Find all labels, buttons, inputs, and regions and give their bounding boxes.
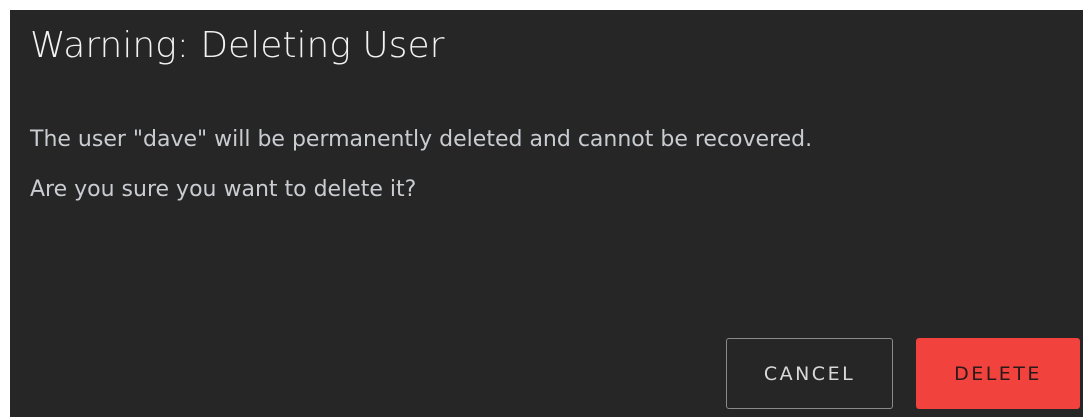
dialog-message-line-1: The user "dave" will be permanently dele…	[30, 127, 813, 152]
dialog-message-line-2: Are you sure you want to delete it?	[30, 177, 417, 202]
delete-user-dialog: Warning: Deleting User The user "dave" w…	[10, 10, 1083, 417]
delete-button[interactable]: DELETE	[916, 338, 1080, 409]
dialog-title: Warning: Deleting User	[30, 25, 445, 66]
cancel-button[interactable]: CANCEL	[726, 338, 893, 409]
